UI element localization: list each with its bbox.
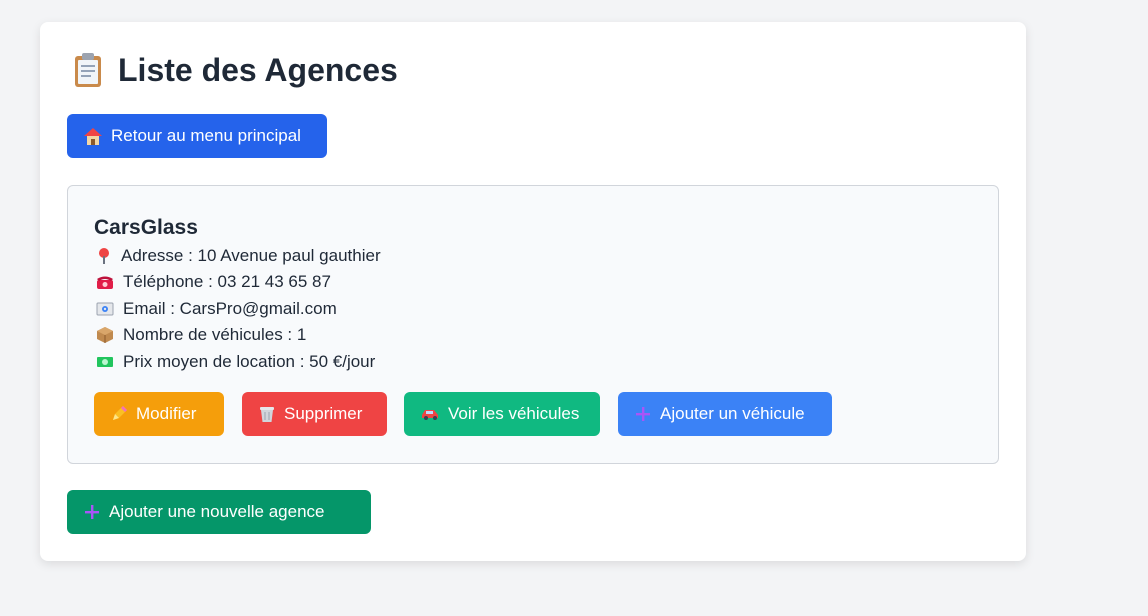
agency-email: Email : CarsPro@gmail.com [96,299,337,319]
view-vehicles-button[interactable]: Voir les véhicules [404,392,600,436]
clipboard-icon [75,53,101,87]
agency-address-text: Adresse : 10 Avenue paul gauthier [121,246,381,265]
view-vehicles-label: Voir les véhicules [448,404,580,423]
agency-vehicle-count: Nombre de véhicules : 1 [96,325,306,345]
back-button-label: Retour au menu principal [111,126,301,145]
agency-address: Adresse : 10 Avenue paul gauthier [96,246,381,266]
add-vehicle-label: Ajouter un véhicule [660,404,805,423]
trash-icon [260,407,274,422]
package-icon [97,327,113,343]
agency-avg-price: Prix moyen de location : 50 €/jour [96,352,375,372]
agency-phone-text: Téléphone : 03 21 43 65 87 [123,272,331,291]
plus-icon [85,505,99,519]
delete-agency-button[interactable]: Supprimer [242,392,387,436]
plus-icon [636,407,650,421]
agency-name: CarsGlass [94,216,198,239]
car-icon [422,410,438,420]
edit-agency-button[interactable]: Modifier [94,392,224,436]
pin-icon [99,248,109,264]
agencies-panel: Liste des Agences Retour au menu princip… [40,22,1026,561]
pencil-icon [113,406,127,420]
add-vehicle-button[interactable]: Ajouter un véhicule [618,392,832,436]
back-to-menu-button[interactable]: Retour au menu principal [67,114,327,158]
page-title: Liste des Agences [118,52,398,88]
edit-button-label: Modifier [136,404,197,423]
telephone-icon [97,276,113,289]
agency-phone: Téléphone : 03 21 43 65 87 [96,272,331,292]
agency-card: CarsGlass Adresse : 10 Avenue paul gauth… [67,185,999,464]
add-agency-button[interactable]: Ajouter une nouvelle agence [67,490,371,534]
agency-email-text: Email : CarsPro@gmail.com [123,299,337,318]
email-icon [96,302,114,316]
add-agency-label: Ajouter une nouvelle agence [109,502,325,521]
delete-button-label: Supprimer [284,404,363,423]
page-header: Liste des Agences [72,50,398,90]
house-icon [84,128,102,145]
money-icon [97,357,113,367]
agency-avg-price-text: Prix moyen de location : 50 €/jour [123,352,376,371]
agency-vehicle-count-text: Nombre de véhicules : 1 [123,325,307,344]
